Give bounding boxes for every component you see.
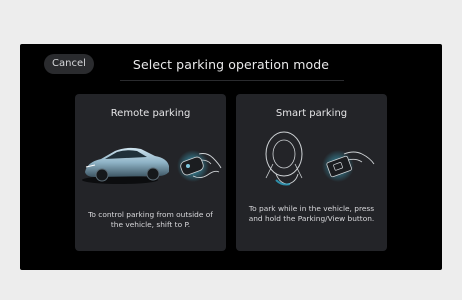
infotainment-screen: Cancel Select parking operation mode Rem… xyxy=(20,44,442,270)
page-title: Select parking operation mode xyxy=(132,57,330,72)
outer-frame: Cancel Select parking operation mode Rem… xyxy=(0,0,462,300)
smart-parking-title: Smart parking xyxy=(275,108,348,119)
title-divider xyxy=(120,80,344,81)
remote-parking-description: To control parking from outside of the v… xyxy=(88,210,213,229)
car-with-key-fob-icon xyxy=(82,147,222,184)
remote-parking-card[interactable]: Remote parking To control parking from o… xyxy=(75,94,226,251)
smart-parking-description: To park while in the vehicle, press and … xyxy=(248,204,375,223)
steering-wheel-with-button-icon xyxy=(265,131,375,186)
remote-parking-title: Remote parking xyxy=(110,108,191,119)
smart-parking-card[interactable]: Smart parking To park while in the vehic… xyxy=(236,94,387,251)
